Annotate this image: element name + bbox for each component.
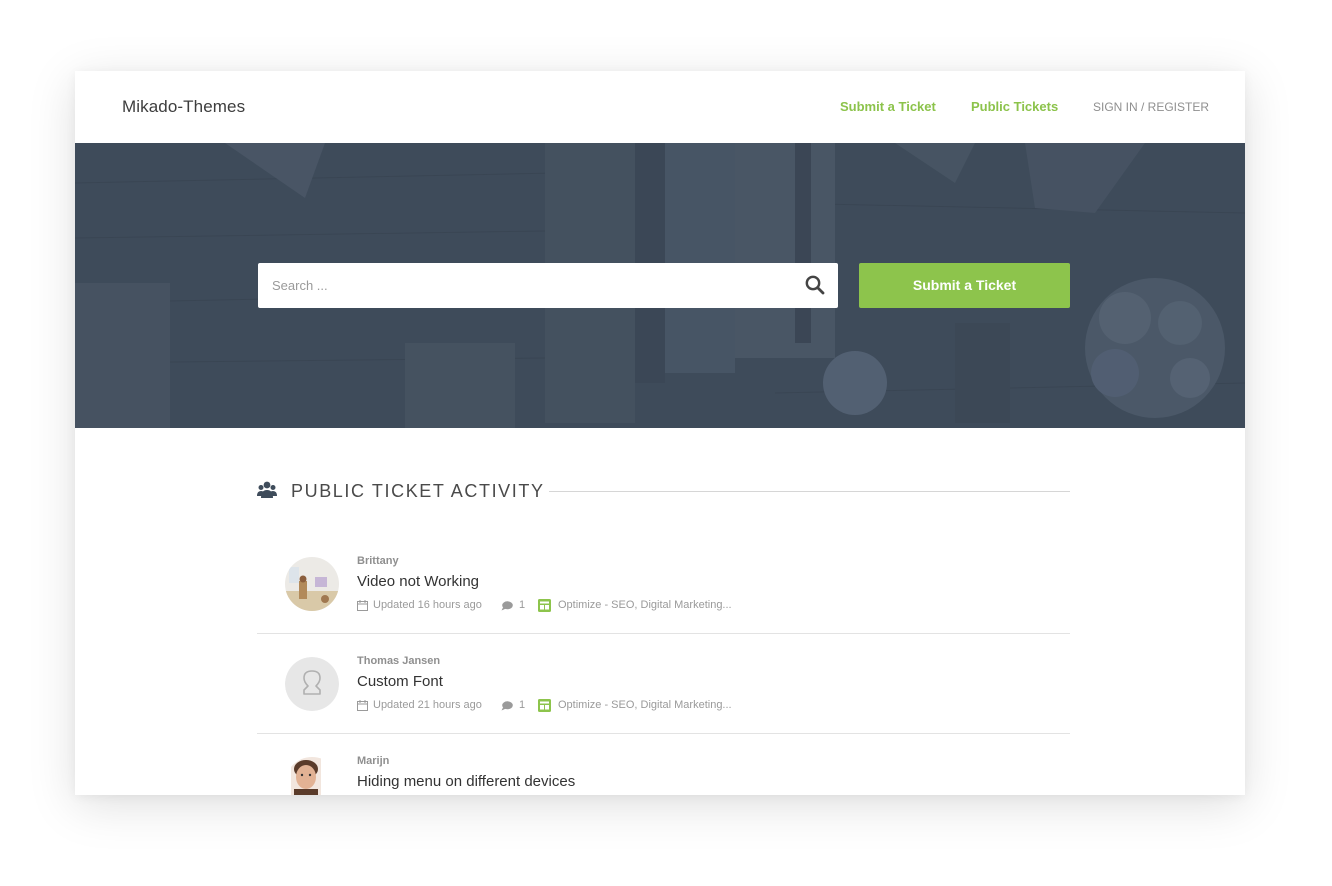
section-divider — [549, 491, 1070, 492]
calendar-icon — [357, 600, 368, 611]
ticket-item[interactable]: Brittany Video not Working Updated 16 ho… — [257, 533, 1070, 634]
ticket-item[interactable]: Marijn Hiding menu on different devices — [257, 733, 1070, 795]
ticket-category[interactable]: Optimize - SEO, Digital Marketing... — [558, 699, 732, 711]
ticket-title[interactable]: Custom Font — [357, 673, 443, 690]
category-icon — [538, 699, 551, 712]
ticket-category[interactable]: Optimize - SEO, Digital Marketing... — [558, 599, 732, 611]
search-box — [258, 263, 838, 308]
comment-icon — [501, 701, 513, 711]
hero-banner: Submit a Ticket — [75, 143, 1245, 428]
ticket-replies: 1 — [519, 599, 526, 611]
submit-ticket-button[interactable]: Submit a Ticket — [859, 263, 1070, 308]
ticket-author: Marijn — [357, 755, 390, 767]
nav-submit-ticket[interactable]: Submit a Ticket — [840, 99, 936, 114]
nav-sign-in-register[interactable]: SIGN IN / REGISTER — [1093, 100, 1209, 114]
users-icon — [257, 481, 277, 498]
section-header: PUBLIC TICKET ACTIVITY — [257, 479, 1070, 503]
ticket-item[interactable]: Thomas Jansen Custom Font Updated 21 hou… — [257, 633, 1070, 734]
ticket-replies: 1 — [519, 699, 526, 711]
ticket-author: Thomas Jansen — [357, 655, 441, 667]
ticket-title[interactable]: Hiding menu on different devices — [357, 773, 575, 790]
avatar — [285, 557, 339, 611]
avatar-placeholder — [285, 657, 339, 711]
comment-icon — [501, 601, 513, 611]
nav-public-tickets[interactable]: Public Tickets — [971, 99, 1058, 114]
site-logo[interactable]: Mikado-Themes — [122, 97, 245, 117]
avatar — [285, 757, 339, 795]
site-header: Mikado-Themes Submit a Ticket Public Tic… — [75, 71, 1245, 143]
ticket-title[interactable]: Video not Working — [357, 573, 479, 590]
search-icon[interactable] — [804, 274, 826, 296]
browser-page: Mikado-Themes Submit a Ticket Public Tic… — [75, 71, 1245, 795]
ticket-author: Brittany — [357, 555, 399, 567]
ticket-updated: Updated 21 hours ago — [373, 699, 482, 711]
category-icon — [538, 599, 551, 612]
calendar-icon — [357, 700, 368, 711]
section-title: PUBLIC TICKET ACTIVITY — [291, 481, 545, 501]
search-input[interactable] — [258, 263, 802, 308]
ticket-updated: Updated 16 hours ago — [373, 599, 482, 611]
